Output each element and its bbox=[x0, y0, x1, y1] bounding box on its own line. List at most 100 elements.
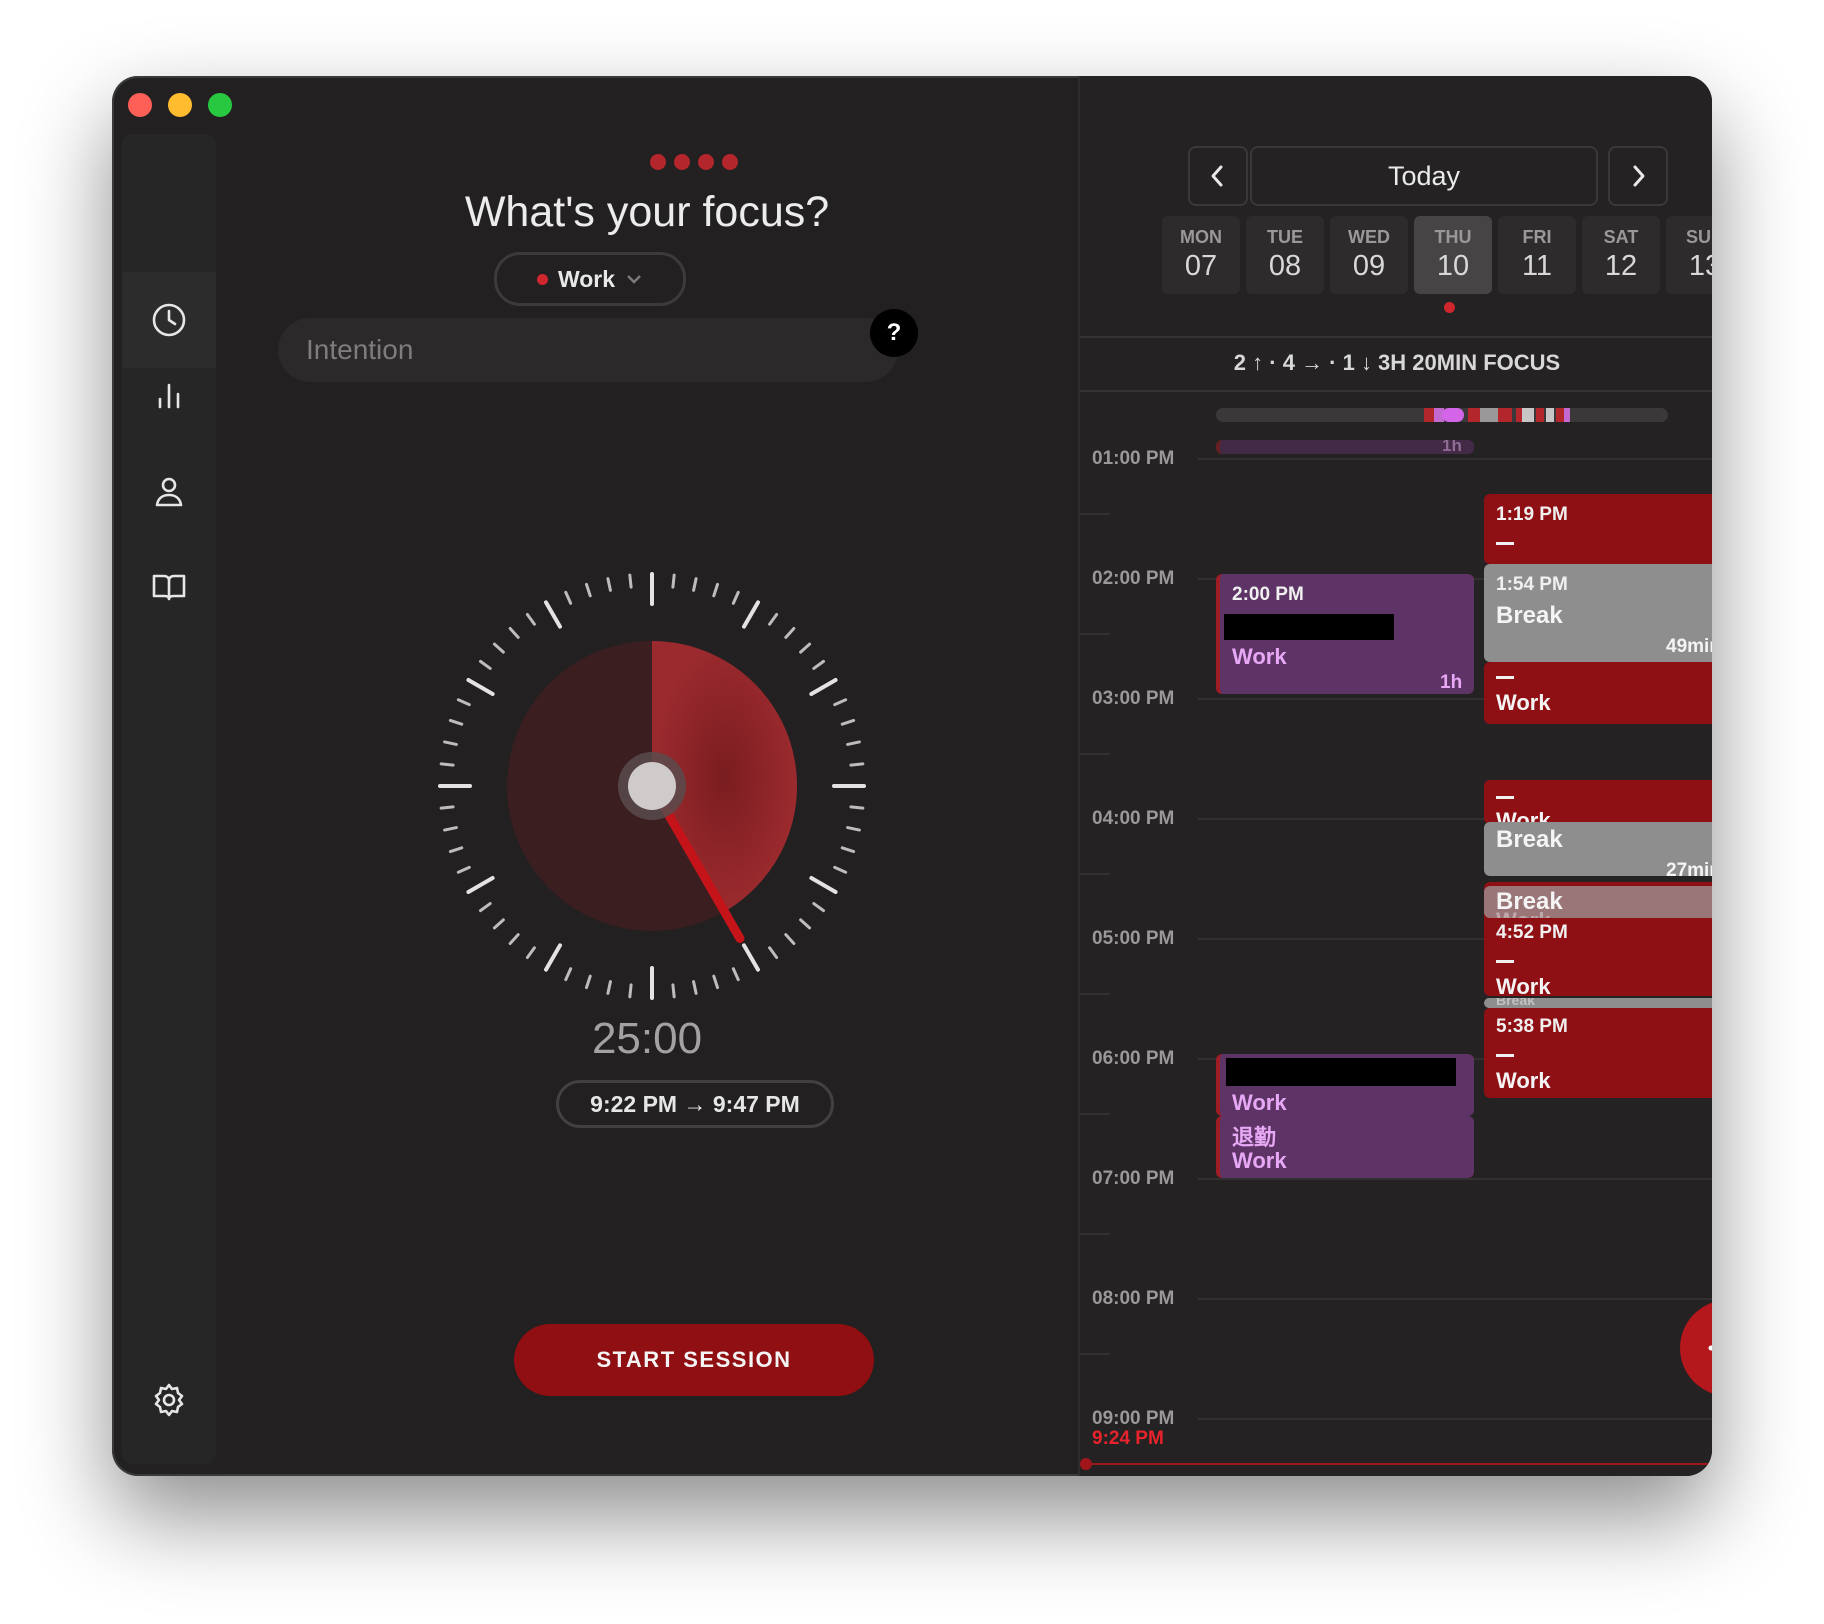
clock-icon bbox=[152, 303, 186, 337]
day-date: 11 bbox=[1521, 250, 1553, 282]
selected-day-indicator bbox=[1444, 302, 1455, 313]
dial-tick bbox=[492, 918, 505, 930]
event-time: 2:00 PM bbox=[1232, 584, 1304, 605]
day-thu[interactable]: THU 10 bbox=[1414, 216, 1492, 294]
day-sun[interactable]: SUN 13 bbox=[1666, 216, 1712, 294]
grid-line bbox=[1080, 1233, 1110, 1235]
dial-tick bbox=[439, 762, 455, 767]
add-event-button[interactable] bbox=[1680, 1300, 1712, 1396]
dial-tick bbox=[812, 902, 826, 913]
dial-tick bbox=[466, 678, 495, 696]
calendar-panel: Today MON 07 TUE 08 WED 09 THU 10 FRI 11 SAT 1… bbox=[1078, 76, 1712, 1476]
calendar-event[interactable]: Break 27min bbox=[1484, 822, 1712, 876]
chevron-down-icon bbox=[627, 275, 641, 284]
sidebar-item-profile[interactable] bbox=[122, 444, 216, 540]
calendar-event[interactable]: Work bbox=[1216, 1054, 1474, 1116]
calendar-event[interactable]: Work bbox=[1484, 780, 1712, 824]
calendar-event[interactable]: Break bbox=[1484, 998, 1712, 1008]
grid-line bbox=[1198, 1418, 1712, 1420]
calendar-event[interactable]: Work bbox=[1484, 662, 1712, 724]
calendar-event[interactable]: 1:19 PM bbox=[1484, 494, 1712, 564]
bar-chart-icon bbox=[158, 383, 180, 409]
event-duration: 1h bbox=[1440, 672, 1463, 693]
calendar-event[interactable]: Break Work bbox=[1484, 886, 1712, 918]
grid-line bbox=[1080, 873, 1110, 875]
calendar-event[interactable]: 1h bbox=[1216, 440, 1474, 454]
calendar-event[interactable]: 2:00 PM Work 1h bbox=[1216, 574, 1474, 694]
dial-knob[interactable] bbox=[628, 762, 676, 810]
calendar-event[interactable]: 5:38 PM Work bbox=[1484, 1008, 1712, 1098]
dial-tick bbox=[584, 974, 592, 990]
current-time-label: 9:24 PM bbox=[1092, 1428, 1164, 1449]
grid-line bbox=[1198, 1178, 1712, 1180]
day-date: 13 bbox=[1688, 250, 1712, 282]
minimize-window-button[interactable] bbox=[168, 93, 192, 117]
hour-label: 04:00 PM bbox=[1092, 808, 1175, 829]
dial-tick bbox=[840, 718, 856, 726]
event-duration: 27min bbox=[1666, 860, 1712, 876]
dial-tick bbox=[492, 642, 505, 654]
dial-tick bbox=[799, 918, 812, 930]
session-dots bbox=[650, 154, 738, 170]
timer-dial[interactable] bbox=[432, 566, 872, 1006]
day-sat[interactable]: SAT 12 bbox=[1582, 216, 1660, 294]
current-time-dot bbox=[1080, 1458, 1092, 1470]
sidebar bbox=[122, 134, 216, 1464]
dial-tick bbox=[849, 762, 865, 767]
settings-button[interactable] bbox=[122, 1352, 216, 1448]
day-name: MON bbox=[1180, 227, 1222, 247]
sidebar-item-journal[interactable] bbox=[122, 538, 216, 634]
event-category: Work bbox=[1496, 1068, 1551, 1093]
current-time-line bbox=[1086, 1463, 1712, 1465]
sidebar-item-stats[interactable] bbox=[122, 348, 216, 444]
grid-line bbox=[1080, 1113, 1110, 1115]
intention-input[interactable] bbox=[278, 318, 898, 382]
dial-tick bbox=[809, 678, 838, 696]
dial-tick bbox=[443, 740, 458, 746]
previous-day-button[interactable] bbox=[1188, 146, 1248, 206]
dial-tick bbox=[846, 740, 861, 746]
day-tue[interactable]: TUE 08 bbox=[1246, 216, 1324, 294]
dial-tick bbox=[478, 902, 492, 913]
day-mon[interactable]: MON 07 bbox=[1162, 216, 1240, 294]
dial-tick bbox=[525, 612, 536, 626]
help-button[interactable]: ? bbox=[870, 309, 918, 357]
chevron-left-icon bbox=[1211, 165, 1223, 187]
grid-line bbox=[1198, 458, 1712, 460]
hour-label: 02:00 PM bbox=[1092, 568, 1175, 589]
next-day-button[interactable] bbox=[1608, 146, 1668, 206]
dial-tick bbox=[628, 983, 633, 999]
category-selector[interactable]: Work bbox=[494, 252, 686, 306]
dial-tick bbox=[784, 933, 796, 946]
day-name: SUN bbox=[1685, 227, 1712, 247]
today-button[interactable]: Today bbox=[1250, 146, 1598, 206]
dial-tick bbox=[544, 600, 562, 629]
calendar-event[interactable]: 1:54 PM Break 49min bbox=[1484, 564, 1712, 662]
dial-tick bbox=[544, 943, 562, 972]
chevron-right-icon bbox=[1633, 165, 1645, 187]
timer-display: 25:00 bbox=[591, 1014, 703, 1063]
grid-line bbox=[1198, 1298, 1712, 1300]
dial-tick bbox=[443, 826, 458, 832]
close-window-button[interactable] bbox=[128, 93, 152, 117]
day-fri[interactable]: FRI 11 bbox=[1498, 216, 1576, 294]
dial-tick bbox=[478, 659, 492, 670]
calendar-event[interactable]: 退勤 Work bbox=[1216, 1116, 1474, 1178]
start-session-button[interactable]: START SESSION bbox=[514, 1324, 874, 1396]
event-time: 1:54 PM bbox=[1496, 574, 1568, 595]
dial-tick bbox=[448, 718, 464, 726]
dial-tick bbox=[799, 642, 812, 654]
dial-tick bbox=[606, 577, 612, 592]
dial-tick bbox=[809, 876, 838, 894]
category-label: Work bbox=[557, 265, 616, 292]
grid-line bbox=[1080, 753, 1110, 755]
day-date: 12 bbox=[1604, 250, 1638, 282]
day-date: 08 bbox=[1268, 250, 1302, 282]
dial-tick bbox=[742, 943, 760, 972]
app-window: What's your focus? Work ? 25:00 9 bbox=[112, 76, 1712, 1476]
dial-tick bbox=[606, 980, 612, 995]
dial-tick bbox=[456, 865, 471, 874]
dial-tick bbox=[525, 946, 536, 960]
session-dot bbox=[650, 154, 666, 170]
day-wed[interactable]: WED 09 bbox=[1330, 216, 1408, 294]
